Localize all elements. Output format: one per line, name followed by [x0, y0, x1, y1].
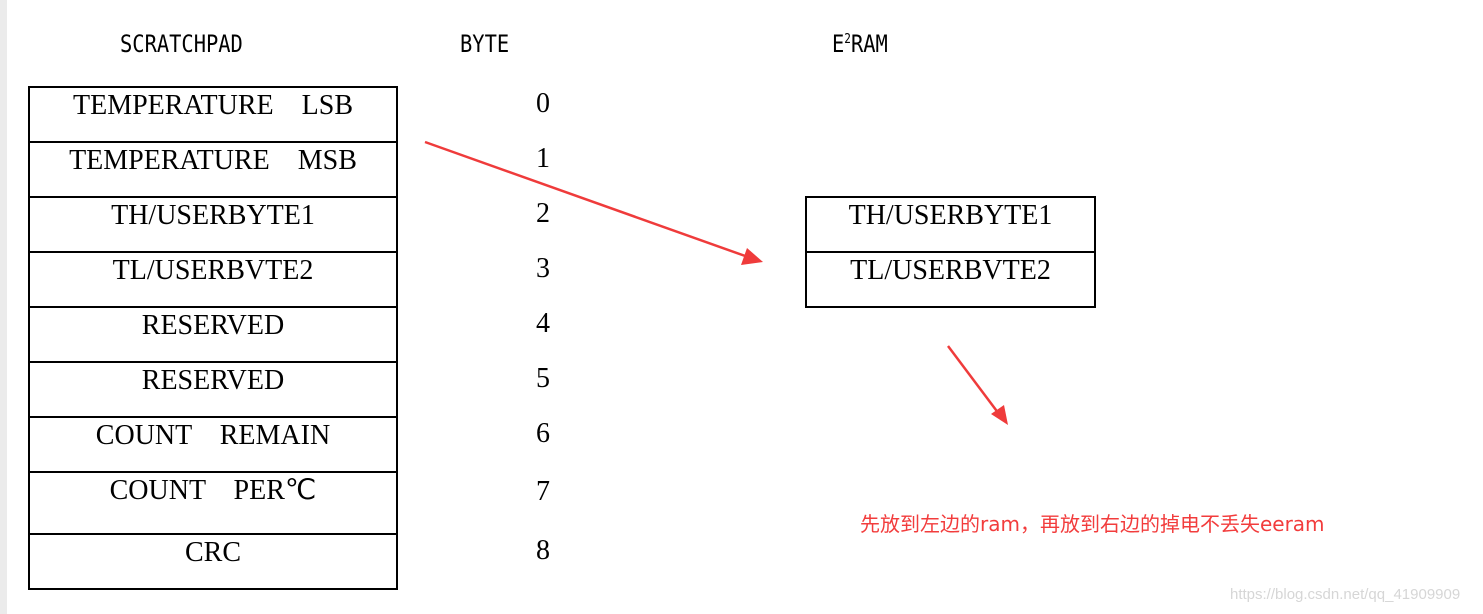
- watermark: https://blog.csdn.net/qq_41909909: [1230, 586, 1461, 603]
- arrow-to-eeram: [424, 140, 763, 265]
- arrow-to-note: [947, 345, 1008, 425]
- annotation-text: 先放到左边的ram，再放到右边的掉电不丢失eeram: [860, 512, 1325, 536]
